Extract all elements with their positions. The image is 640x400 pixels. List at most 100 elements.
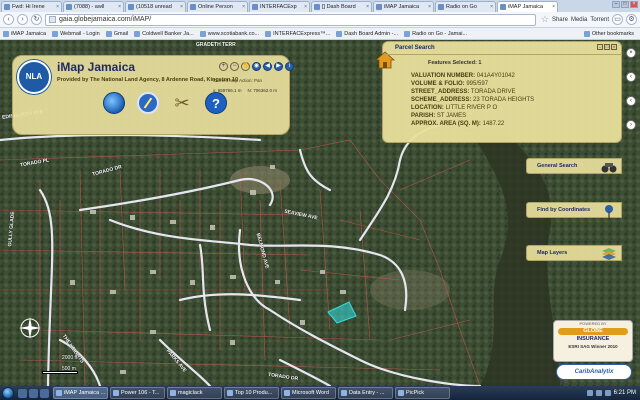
previous-extent-icon[interactable]: ◀ [263,62,272,71]
browser-tab[interactable]: (10518 unread × [125,1,186,12]
panel-toggle-icon[interactable]: ‹ [626,72,636,82]
panel-toggle-icon[interactable]: ‹ [626,96,636,106]
insurance-label: INSURANCE [576,336,610,342]
app-icon [341,390,347,396]
page-menu-icon[interactable]: ▭ [612,14,623,25]
volume-icon[interactable] [604,390,611,396]
browser-tab[interactable]: [] Dash Board × [311,1,372,12]
close-icon[interactable]: × [552,4,555,10]
browser-tab-active[interactable]: iMAP Jamaica × [497,1,558,12]
bookmark-item[interactable]: Coldwell Banker Ja... [134,30,194,37]
caribanalytix-badge[interactable]: CaribAnalytix [556,364,632,380]
detail-row: LOCATION: LITTLE RIVER P O [411,105,498,111]
bookmark-favicon-icon [199,30,206,37]
browser-tab[interactable]: iMAP Jamaica × [373,1,434,12]
next-extent-icon[interactable]: ▶ [274,62,283,71]
globe-icon[interactable] [103,92,125,114]
taskbar-item[interactable]: Microsoft Word [281,387,336,399]
nla-logo: NLA [17,60,51,94]
bookmark-item[interactable]: Gmail [105,30,128,37]
bookmark-item[interactable]: INTERFACExpress™... [265,30,330,37]
app-subtitle: Provided by The National Land Agency, 8 … [57,77,239,83]
main-tools: ✂ ? [103,92,227,114]
map-canvas[interactable]: GRADETH TERR EDINBURGH AVE TORADO PL TOR… [0,40,640,386]
maximize-icon[interactable]: □ [604,44,610,50]
close-icon[interactable]: × [626,48,636,58]
media-button[interactable]: Media [571,17,587,23]
info-icon[interactable]: i [285,62,294,71]
quicklaunch-icon[interactable] [40,388,49,398]
close-icon[interactable]: × [242,4,245,10]
quicklaunch-icon[interactable] [18,388,27,398]
tools-icon[interactable]: ✂ [171,92,193,114]
browser-tab[interactable]: Radio on Go × [435,1,496,12]
close-icon[interactable]: × [56,4,59,10]
window-close-icon[interactable]: × [630,1,638,8]
bookmark-star-icon[interactable]: ☆ [541,14,549,25]
close-icon[interactable]: × [366,4,369,10]
browser-tab[interactable]: Online Person × [187,1,248,12]
taskbar-item[interactable]: iMAP Jamaica ... [53,387,108,399]
compass-icon[interactable] [137,92,159,114]
bookmarks-bar: iMAP Jamaica Webmail - Login Gmail Coldw… [0,28,640,40]
windows-taskbar: iMAP Jamaica ... Power 106 - T... magicl… [0,386,640,400]
tab-favicon-icon [190,4,196,10]
clock[interactable]: 6:21 PM [614,390,636,396]
pan-icon[interactable]: ✋ [241,62,250,71]
close-icon[interactable]: × [304,4,307,10]
word-icon [284,390,290,396]
minimize-icon[interactable]: – [612,1,620,8]
taskbar-item[interactable]: Top 10 Produ... [224,387,279,399]
taskbar-item[interactable]: PicPick [395,387,450,399]
zoom-out-icon[interactable]: − [230,62,239,71]
browser-tab[interactable]: Fwd: Hi Irene × [1,1,62,12]
full-extent-icon[interactable]: ◉ [252,62,261,71]
tab-favicon-icon [4,4,10,10]
taskbar-item[interactable]: Data Entry - ... [338,387,393,399]
bookmark-item[interactable]: iMAP Jamaica [3,30,46,37]
close-icon[interactable]: × [180,4,183,10]
share-button[interactable]: Share [552,17,568,23]
close-icon[interactable]: × [490,4,493,10]
panel-toggle-icon[interactable]: › [626,120,636,130]
find-by-coordinates-button[interactable]: Find by Coordinates [526,202,622,218]
taskbar-item[interactable]: magiclack [167,387,222,399]
detail-row: SCHEME_ADDRESS: 23 TORADA HEIGHTS [411,97,535,103]
address-bar[interactable]: gaia.globejamaica.com/iMAP/ [45,13,536,26]
network-icon[interactable] [595,390,602,396]
browser-tab[interactable]: (7088) - awll × [63,1,124,12]
back-icon[interactable]: ‹ [3,14,14,25]
minimize-icon[interactable]: – [597,44,603,50]
taskbar-item[interactable]: Power 106 - T... [110,387,165,399]
map-layers-button[interactable]: Map Layers [526,245,622,261]
globe-insurance-badge[interactable]: POWERED BY GLOBE INSURANCE ESRI SAG Winn… [553,320,633,362]
quicklaunch-icon[interactable] [29,388,38,398]
general-search-button[interactable]: General Search [526,158,622,174]
wrench-icon[interactable]: ⚙ [626,14,637,25]
start-button[interactable] [0,386,16,400]
parcel-search-title: Parcel Search [395,45,435,51]
close-icon[interactable]: × [428,4,431,10]
divider [383,54,621,55]
browser-tab[interactable]: INTERFACExp × [249,1,310,12]
maximize-icon[interactable]: □ [621,1,629,8]
bookmark-item[interactable]: Webmail - Login [52,30,100,37]
bookmark-item[interactable]: www.scotiabank.co... [199,30,259,37]
tray-icon[interactable] [586,390,593,396]
close-icon[interactable]: × [118,4,121,10]
bookmark-item[interactable]: Radio on Go - Jamai... [404,30,467,37]
zoom-in-icon[interactable]: + [219,62,228,71]
esri-award-label: ESRI SAG Winner 2010 [568,344,618,349]
bookmark-favicon-icon [3,30,9,37]
bookmark-item[interactable]: Dash Board Admin -... [336,30,398,37]
app-icon [227,390,233,396]
other-bookmarks[interactable]: Other bookmarks [583,30,634,37]
forward-icon[interactable]: › [17,14,28,25]
panel-window-controls: – □ × [597,44,617,50]
close-icon[interactable]: × [611,44,617,50]
help-icon[interactable]: ? [205,92,227,114]
browser-toolbar: ‹ › ↻ gaia.globejamaica.com/iMAP/ ☆ Shar… [0,12,640,28]
torrent-button[interactable]: Torrent [590,17,609,23]
north-arrow-icon [19,317,41,339]
reload-icon[interactable]: ↻ [31,14,42,25]
